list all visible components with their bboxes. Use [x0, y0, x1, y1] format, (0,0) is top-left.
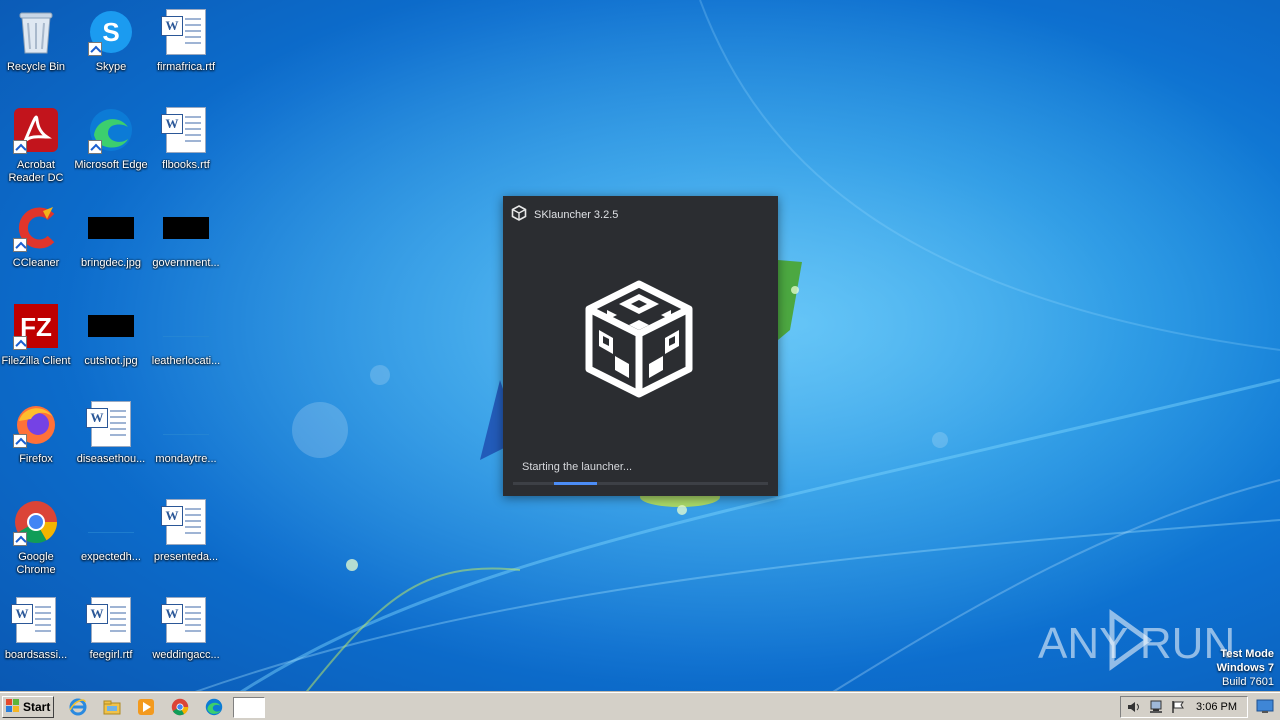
windows-logo-icon: [6, 698, 20, 716]
os-name-label: Windows 7: [1216, 662, 1274, 674]
splash-status-text: Starting the launcher...: [522, 461, 633, 473]
word-document-icon: W: [86, 596, 135, 644]
file-explorer-icon[interactable]: [102, 697, 122, 717]
firefox-icon: [12, 400, 60, 448]
desktop-icon-boardsassi[interactable]: W boardsassi...: [0, 596, 73, 662]
desktop-icon-chrome[interactable]: Google Chrome: [0, 498, 73, 577]
sklauncher-small-logo-icon: [511, 205, 527, 224]
internet-explorer-icon[interactable]: [68, 697, 88, 717]
ccleaner-icon: [12, 204, 60, 252]
recycle-bin-icon: [12, 8, 60, 56]
desktop-icon-leatherlocati[interactable]: leatherlocati...: [149, 302, 223, 368]
desktop-icon-firefox[interactable]: Firefox: [0, 400, 73, 466]
desktop-icon-feegirl[interactable]: W feegirl.rtf: [74, 596, 148, 662]
taskbar-clock[interactable]: 3:06 PM: [1196, 701, 1237, 713]
desktop-icon-filezilla[interactable]: FZ FileZilla Client: [0, 302, 73, 368]
desktop-icon-label: leatherlocati...: [151, 355, 221, 367]
desktop-icon-government[interactable]: government...: [149, 204, 223, 270]
svg-text:S: S: [102, 17, 119, 47]
show-desktop-icon[interactable]: [1255, 697, 1277, 717]
image-file-icon: [87, 302, 135, 350]
desktop-icon-acrobat[interactable]: Acrobat Reader DC: [0, 106, 73, 185]
desktop-icon-label: CCleaner: [12, 257, 60, 269]
desktop-icon-label: Microsoft Edge: [74, 159, 148, 171]
desktop-icon-skype[interactable]: S Skype: [74, 8, 148, 74]
image-file-icon: [87, 204, 135, 252]
action-center-flag-icon[interactable]: [1171, 700, 1185, 719]
desktop-icon-recycle-bin[interactable]: Recycle Bin: [0, 8, 73, 74]
start-label: Start: [23, 700, 51, 714]
splash-progress-fill: [553, 482, 598, 485]
splash-title: SKlauncher 3.2.5: [534, 208, 619, 221]
acrobat-reader-icon: [12, 106, 60, 154]
image-file-icon: [162, 204, 210, 252]
file-icon: [162, 302, 210, 350]
desktop-icon-label: bringdec.jpg: [81, 257, 141, 269]
sklauncher-splash-window: SKlauncher 3.2.5 Starting the launcher..…: [503, 196, 778, 496]
edge-taskbar-icon[interactable]: [204, 697, 224, 717]
word-document-icon: W: [161, 106, 210, 154]
taskbar: Start 3:06 PM: [0, 692, 1280, 720]
skype-icon: S: [87, 8, 135, 56]
desktop-icon-label: Acrobat Reader DC: [8, 159, 64, 184]
desktop-icon-flbooks[interactable]: W flbooks.rtf: [149, 106, 223, 172]
desktop-icon-label: weddingacc...: [152, 649, 220, 661]
media-player-icon[interactable]: [136, 697, 156, 717]
desktop-icon-label: cutshot.jpg: [84, 355, 138, 367]
word-document-icon: W: [161, 498, 210, 546]
sklauncher-cube-logo-icon: [583, 280, 695, 398]
test-mode-notice: Test Mode Windows 7 Build 7601: [1217, 647, 1274, 689]
edge-icon: [87, 106, 135, 154]
desktop-icon-label: Firefox: [19, 453, 53, 465]
file-icon: [87, 498, 135, 546]
desktop-icon-label: boardsassi...: [4, 649, 68, 661]
desktop-icon-diseasethou[interactable]: W diseasethou...: [74, 400, 148, 466]
desktop-icon-presenteda[interactable]: W presenteda...: [149, 498, 223, 564]
test-mode-label: Test Mode: [1220, 648, 1274, 660]
desktop-icon-label: Recycle Bin: [6, 61, 66, 73]
desktop-icon-label: mondaytre...: [155, 453, 217, 465]
desktop-icon-firmafrica[interactable]: W firmafrica.rtf: [149, 8, 223, 74]
desktop-icon-label: firmafrica.rtf: [156, 61, 216, 73]
desktop-icon-cutshot[interactable]: cutshot.jpg: [74, 302, 148, 368]
file-icon: [162, 400, 210, 448]
desktop-icon-mondaytre[interactable]: mondaytre...: [149, 400, 223, 466]
chrome-taskbar-icon[interactable]: [170, 697, 190, 717]
system-tray: 3:06 PM: [1120, 696, 1248, 718]
desktop-icon-expectedh[interactable]: expectedh...: [74, 498, 148, 564]
desktop-icon-label: Google Chrome: [16, 551, 56, 576]
taskbar-running-app-button[interactable]: [233, 697, 265, 718]
desktop-icon-label: feegirl.rtf: [89, 649, 133, 661]
start-button[interactable]: Start: [2, 696, 54, 718]
anyrun-watermark: ANY RUN: [1038, 608, 1238, 677]
network-icon[interactable]: [1149, 700, 1165, 719]
watermark-text: ANY RUN: [1038, 619, 1235, 668]
word-document-icon: W: [161, 596, 210, 644]
word-document-icon: W: [161, 8, 210, 56]
desktop-icon-label: presenteda...: [153, 551, 219, 563]
desktop-icon-label: flbooks.rtf: [162, 159, 210, 171]
splash-title-bar: SKlauncher 3.2.5: [511, 205, 618, 224]
word-document-icon: W: [11, 596, 60, 644]
desktop-icon-label: FileZilla Client: [1, 355, 71, 367]
desktop-icon-weddingacc[interactable]: W weddingacc...: [149, 596, 223, 662]
splash-progress-bar: [513, 482, 768, 485]
desktop-icon-label: government...: [152, 257, 220, 269]
filezilla-icon: FZ: [12, 302, 60, 350]
desktop-icon-label: expectedh...: [81, 551, 141, 563]
word-document-icon: W: [86, 400, 135, 448]
chrome-icon: [12, 498, 60, 546]
desktop-icon-ccleaner[interactable]: CCleaner: [0, 204, 73, 270]
desktop-icon-label: diseasethou...: [76, 453, 146, 465]
desktop-icon-edge[interactable]: Microsoft Edge: [74, 106, 148, 172]
volume-icon[interactable]: [1127, 700, 1141, 719]
desktop-icon-bringdec[interactable]: bringdec.jpg: [74, 204, 148, 270]
desktop-icon-label: Skype: [95, 61, 127, 73]
os-build-label: Build 7601: [1222, 676, 1274, 688]
